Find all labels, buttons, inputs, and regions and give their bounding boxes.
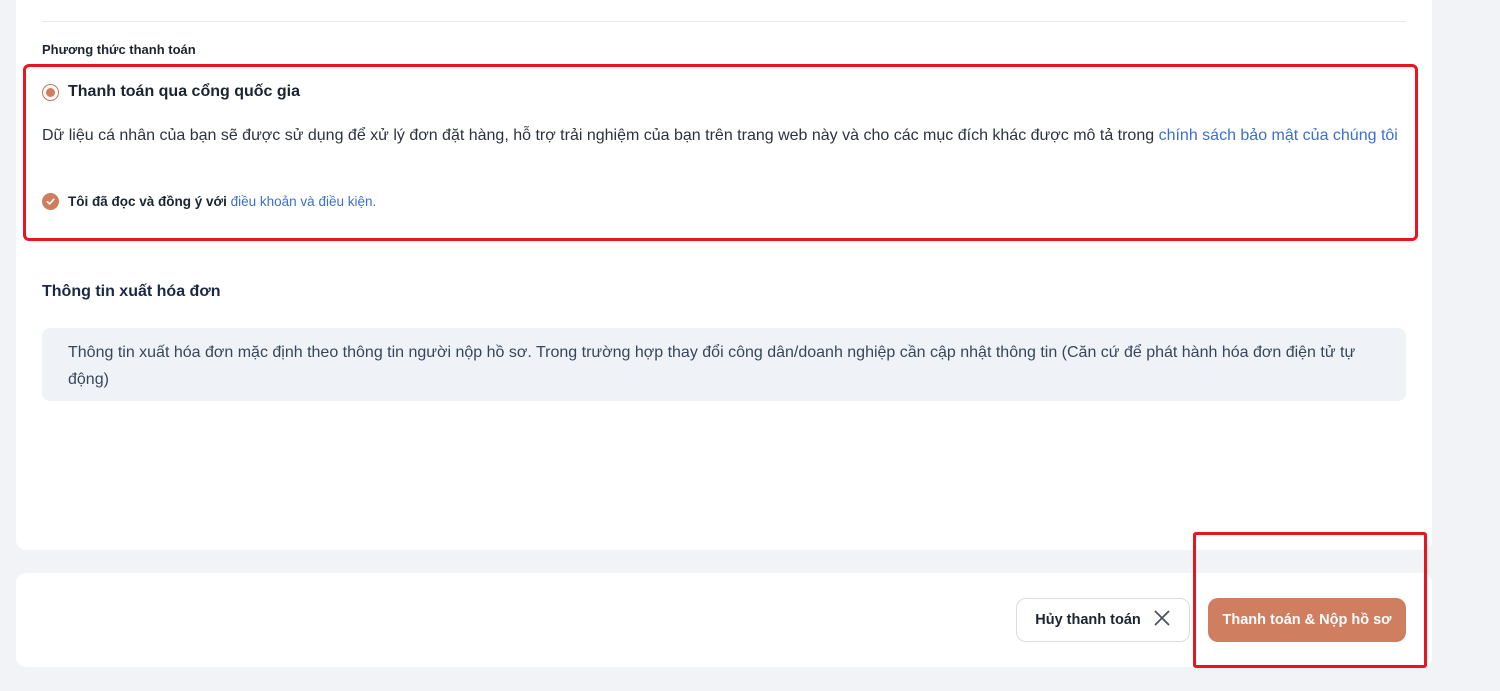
invoice-heading: Thông tin xuất hóa đơn bbox=[42, 283, 221, 300]
invoice-info-box: Thông tin xuất hóa đơn mặc định theo thô… bbox=[42, 328, 1406, 401]
privacy-notice-text: Dữ liệu cá nhân của bạn sẽ được sử dụng … bbox=[42, 127, 1159, 144]
privacy-policy-link[interactable]: chính sách bảo mật của chúng tôi bbox=[1159, 127, 1398, 144]
checkbox-checked-icon[interactable] bbox=[42, 192, 59, 210]
terms-agreement-text: Tôi đã đọc và đồng ý với bbox=[68, 193, 231, 209]
invoice-info-text: Thông tin xuất hóa đơn mặc định theo thô… bbox=[68, 344, 1356, 388]
cancel-payment-label: Hủy thanh toán bbox=[1035, 612, 1141, 628]
payment-option-label: Thanh toán qua cổng quốc gia bbox=[68, 83, 300, 100]
radio-button[interactable] bbox=[42, 83, 59, 101]
cancel-payment-button[interactable]: Hủy thanh toán bbox=[1016, 598, 1190, 642]
terms-agreement-label: Tôi đã đọc và đồng ý với điều khoản và đ… bbox=[68, 194, 376, 209]
payment-card: Phương thức thanh toán Thanh toán qua cổ… bbox=[16, 0, 1432, 550]
radio-selected-dot bbox=[46, 87, 55, 97]
terms-link[interactable]: điều khoản và điều kiện. bbox=[231, 194, 377, 209]
payment-method-heading: Phương thức thanh toán bbox=[42, 42, 196, 57]
privacy-notice: Dữ liệu cá nhân của bạn sẽ được sử dụng … bbox=[42, 122, 1402, 149]
payment-option-national-gateway[interactable]: Thanh toán qua cổng quốc gia bbox=[42, 82, 300, 102]
submit-button-highlight bbox=[1193, 532, 1427, 668]
terms-agreement[interactable]: Tôi đã đọc và đồng ý với điều khoản và đ… bbox=[42, 192, 376, 210]
close-icon bbox=[1153, 609, 1171, 631]
divider bbox=[42, 21, 1406, 22]
